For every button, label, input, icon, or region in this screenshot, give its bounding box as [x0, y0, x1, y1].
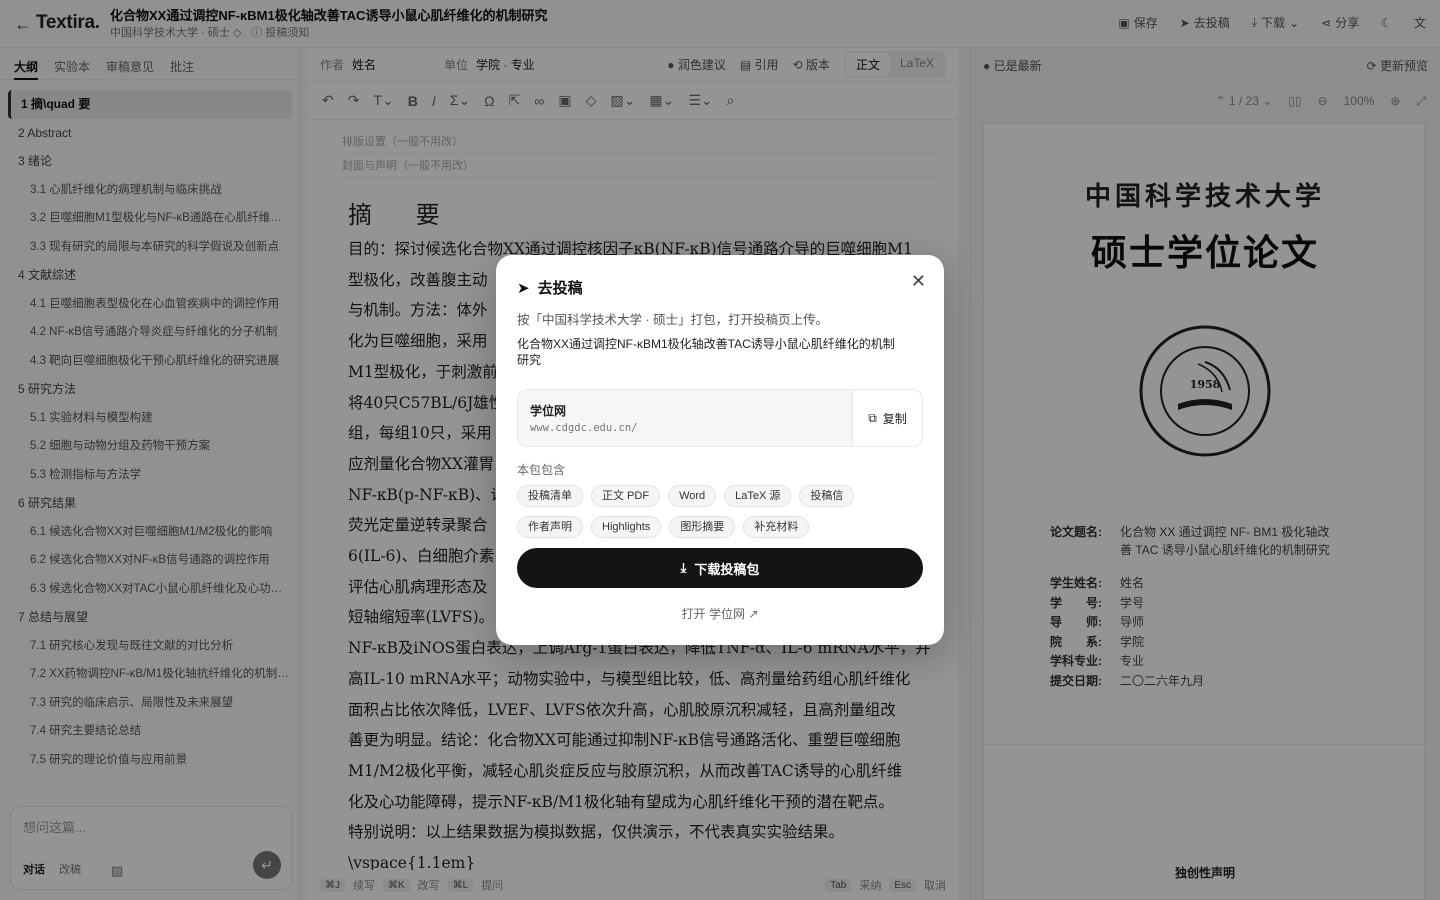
submit-dialog: ➤ 去投稿 ✕ 按「中国科学技术大学 · 硕士」打包，打开投稿页上传。 化合物X…: [496, 255, 944, 645]
package-item-chip: 正文 PDF: [591, 485, 661, 507]
package-item-chip: 投稿信: [799, 485, 855, 507]
download-icon: ⤓: [680, 560, 687, 575]
site-url: www.cdgdc.edu.cn/: [530, 422, 638, 434]
open-site-link[interactable]: 打开 学位网 ↗: [496, 605, 944, 622]
copy-label: 复制: [882, 411, 907, 426]
copy-url-button[interactable]: ⧉ 复制: [852, 390, 922, 446]
includes-chips: 投稿清单 正文 PDF Word LaTeX 源投稿信作者声明 Highlights 图形…: [517, 485, 927, 538]
package-item-chip: 投稿清单: [517, 485, 583, 507]
site-name: 学位网: [530, 404, 567, 418]
package-item-chip: Highlights: [591, 516, 662, 538]
package-item-chip: 补充材料: [743, 516, 810, 538]
package-item-chip: LaTeX 源: [724, 485, 792, 507]
dialog-document-title: 化合物XX通过调控NF-κBM1极化轴改善TAC诱导小鼠心肌纤维化的机制研究: [517, 337, 895, 367]
dialog-title: ➤ 去投稿: [517, 277, 583, 298]
download-package-label: 下载投稿包: [694, 561, 760, 577]
send-icon: ➤: [517, 279, 530, 297]
external-link-icon: ↗: [748, 607, 759, 621]
download-package-button[interactable]: ⤓ 下载投稿包: [517, 548, 923, 588]
dialog-description: 按「中国科学技术大学 · 硕士」打包，打开投稿页上传。: [517, 313, 829, 327]
includes-label: 本包包含: [517, 463, 566, 477]
open-site-label: 打开 学位网: [681, 607, 745, 621]
copy-icon: ⧉: [868, 410, 877, 425]
submission-site-card: 学位网 www.cdgdc.edu.cn/ ⧉ 复制: [517, 389, 923, 447]
dialog-title-label: 去投稿: [537, 280, 583, 297]
close-icon[interactable]: ✕: [911, 271, 926, 292]
package-item-chip: 作者声明: [517, 516, 583, 538]
package-item-chip: Word: [668, 485, 717, 507]
package-item-chip: 图形摘要: [669, 516, 736, 538]
